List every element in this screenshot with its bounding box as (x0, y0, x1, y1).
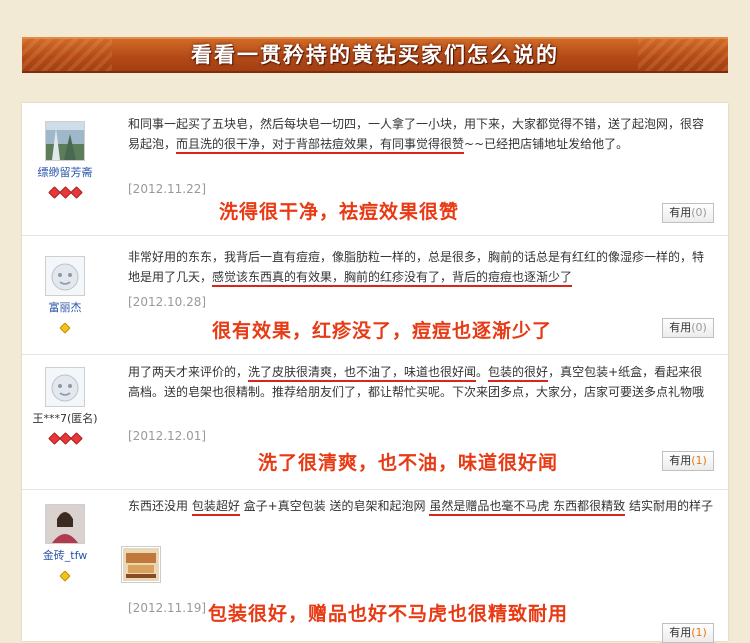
product-photo-icon (123, 548, 159, 581)
review-summary-annotation: 包装很好，赠品也好不马虎也很精致耐用 (208, 603, 569, 625)
review-photo-thumbnail[interactable] (121, 546, 161, 583)
avatar[interactable] (45, 367, 85, 407)
highlighted-text: 洗了皮肤很清爽，也不油了，味道也很好闻 (248, 365, 477, 382)
landscape-avatar-icon (46, 122, 84, 160)
credit-badges (22, 317, 108, 334)
photo-avatar-icon (46, 505, 84, 543)
banner-right-ornament (638, 39, 728, 71)
reviewer-name[interactable]: 金砖_tfw (22, 547, 108, 563)
reviewer-info: 金砖_tfw (22, 490, 108, 582)
reviewer-info: 缥缈留芳斋 (22, 103, 108, 199)
review-item: 王***7(匿名) 用了两天才来评价的，洗了皮肤很清爽，也不油了，味道也很好闻。… (22, 355, 728, 490)
reviewer-name[interactable]: 富丽杰 (22, 299, 108, 315)
review-text: 东西还没用 包装超好 盒子+真空包装 送的皂架和起泡网 虽然是赠品也毫不马虎 东… (128, 497, 714, 517)
useful-button[interactable]: 有用(1) (662, 623, 714, 643)
reviews-panel: 缥缈留芳斋 和同事一起买了五块皂，然后每块皂一切四，一人拿了一小块，用下来，大家… (22, 103, 728, 643)
reviewer-name[interactable]: 缥缈留芳斋 (22, 164, 108, 180)
red-diamond-icon (69, 432, 83, 445)
review-item: 缥缈留芳斋 和同事一起买了五块皂，然后每块皂一切四，一人拿了一小块，用下来，大家… (22, 103, 728, 236)
default-avatar-icon (46, 257, 84, 295)
credit-badges (22, 565, 108, 582)
reviewer-info: 富丽杰 (22, 236, 108, 334)
default-avatar-icon (46, 368, 84, 406)
review-date: [2012.11.19] (128, 601, 207, 615)
avatar[interactable] (45, 121, 85, 161)
banner-left-ornament (22, 39, 112, 71)
highlighted-text: 感觉该东西真的有效果，胸前的红疹没有了，背后的痘痘也逐渐少了 (212, 269, 573, 287)
section-header-banner: 看看一贯矜持的黄钻买家们怎么说的 (22, 37, 728, 73)
avatar[interactable] (45, 256, 85, 296)
highlighted-text: 虽然是赠品也毫不马虎 东西都很精致 (429, 499, 626, 516)
review-summary-annotation: 洗得很干净，祛痘效果很赞 (219, 201, 460, 223)
review-text: 用了两天才来评价的，洗了皮肤很清爽，也不油了，味道也很好闻。包装的很好，真空包装… (128, 365, 705, 399)
review-summary-annotation: 洗了很清爽，也不油，味道很好闻 (258, 452, 559, 474)
avatar[interactable] (45, 504, 85, 544)
highlighted-text: 包装的很好 (488, 365, 549, 382)
useful-button[interactable]: 有用(0) (662, 318, 714, 338)
review-date: [2012.11.22] (128, 182, 207, 196)
review-text: 非常好用的东东，我背后一直有痘痘，像脂肪粒一样的，总是很多，胸前的话总是有红红的… (128, 248, 714, 287)
red-diamond-icon (69, 186, 83, 199)
useful-button[interactable]: 有用(0) (662, 203, 714, 223)
review-date: [2012.10.28] (128, 295, 207, 309)
reviewer-info: 王***7(匿名) (22, 355, 108, 445)
yellow-diamond-icon (59, 322, 71, 334)
credit-badges (22, 428, 108, 445)
highlighted-text: 包装超好 (191, 499, 240, 516)
review-date: [2012.12.01] (128, 429, 207, 443)
review-item: 富丽杰 非常好用的东东，我背后一直有痘痘，像脂肪粒一样的，总是很多，胸前的话总是… (22, 236, 728, 355)
reviewer-name: 王***7(匿名) (32, 412, 98, 425)
section-title: 看看一贯矜持的黄钻买家们怎么说的 (191, 43, 559, 67)
yellow-diamond-icon (59, 570, 71, 582)
review-summary-annotation: 很有效果，红疹没了，痘痘也逐渐少了 (212, 320, 553, 342)
highlighted-text: 而且洗的很干净，对于背部祛痘效果，有同事觉得很赞 (176, 136, 465, 154)
review-text: 和同事一起买了五块皂，然后每块皂一切四，一人拿了一小块，用下来，大家都觉得不错，… (128, 115, 714, 154)
useful-button[interactable]: 有用(1) (662, 451, 714, 471)
credit-badges (22, 182, 108, 199)
